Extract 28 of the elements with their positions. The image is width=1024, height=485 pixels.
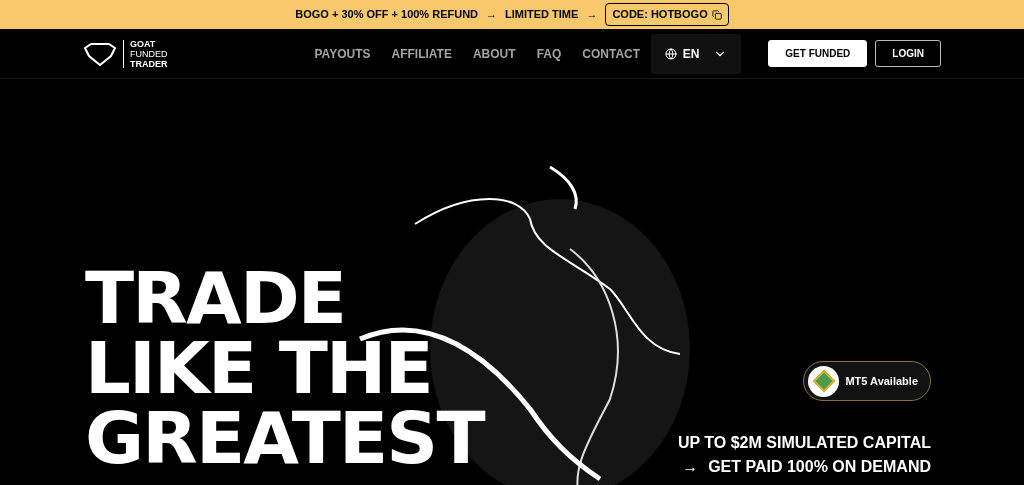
- arrow-text: →: [586, 7, 598, 23]
- promo-code-button[interactable]: CODE: HOTBOGO: [605, 3, 729, 26]
- nav-link[interactable]: AFFILIATE: [391, 44, 452, 63]
- globe-icon: [664, 47, 677, 60]
- arrow-text: →: [486, 7, 498, 23]
- nav-link[interactable]: FAQ: [536, 44, 562, 63]
- limited-time-text: LIMITED TIME: [505, 7, 579, 23]
- copy-icon: [711, 9, 722, 20]
- nav-link[interactable]: CONTACT: [582, 44, 641, 63]
- logo[interactable]: GOAT FUNDED TRADER: [83, 38, 168, 69]
- language-selector[interactable]: EN: [650, 33, 742, 74]
- tagline-text: UP TO $2M SIMULATED CAPITAL: [677, 433, 931, 453]
- get-funded-button[interactable]: GET FUNDED: [768, 40, 868, 67]
- hero-heading: LIKE THE: [85, 333, 433, 403]
- arrow-text: →: [682, 457, 699, 477]
- nav-link[interactable]: ABOUT: [472, 44, 516, 63]
- logo-emblem-icon: [83, 41, 117, 66]
- tagline-text: GET PAID 100% ON DEMAND: [708, 457, 931, 477]
- hero-heading: TRADE: [85, 263, 347, 333]
- hero-heading: GREATEST: [85, 403, 484, 473]
- badge-text: MT5 Available: [845, 373, 918, 389]
- login-button[interactable]: LOGIN: [875, 40, 941, 67]
- mt5-logo-icon: [808, 365, 840, 397]
- offer-text: BOGO + 30% OFF + 100% REFUND: [295, 7, 479, 23]
- logo-text: GOAT: [130, 38, 157, 49]
- nav-link[interactable]: PAYOUTS: [314, 44, 371, 63]
- logo-text: TRADER: [130, 58, 168, 69]
- logo-text: FUNDED: [130, 48, 168, 59]
